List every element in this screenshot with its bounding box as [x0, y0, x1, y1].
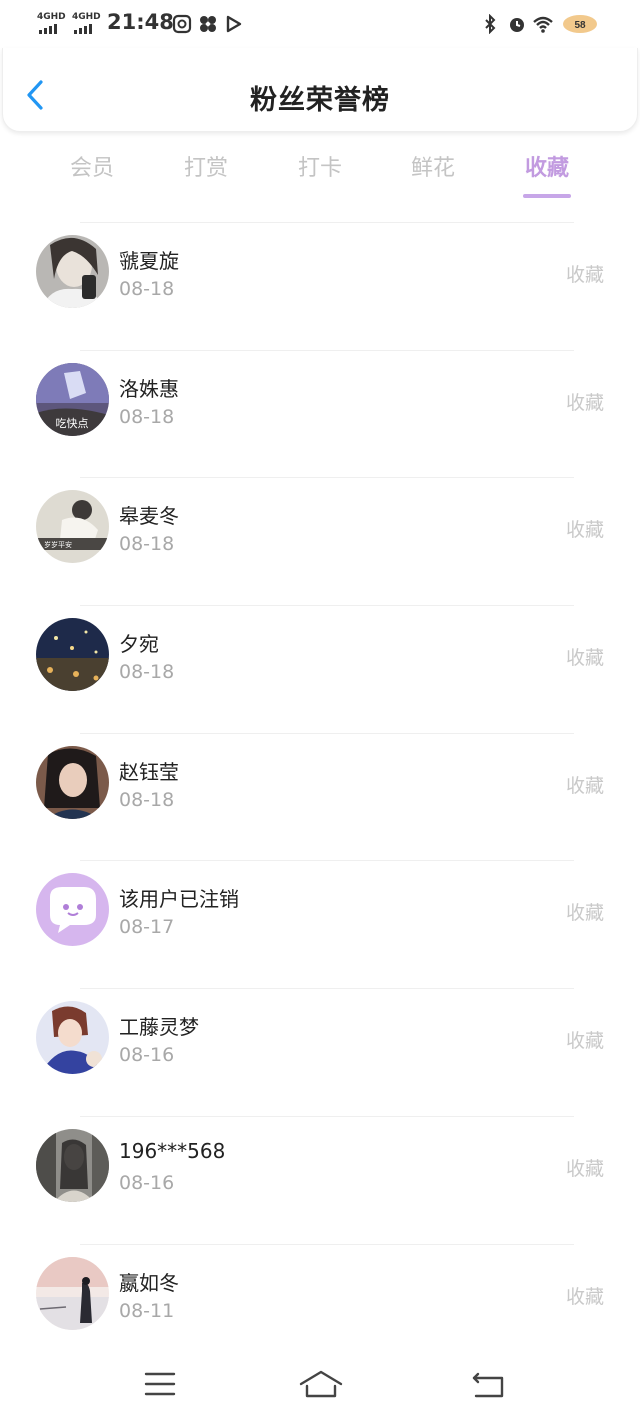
action-label: 收藏 [565, 519, 604, 542]
avatar[interactable] [36, 235, 109, 308]
divider [80, 860, 574, 862]
avatar[interactable]: 岁岁平安 [36, 490, 109, 564]
user-name: 工藤灵梦 [119, 1015, 199, 1040]
list-item[interactable]: 吃快点 洛姝惠 08-18 收藏 [0, 349, 640, 478]
bluetooth-icon [485, 14, 496, 34]
avatar[interactable]: 吃快点 [36, 362, 109, 436]
divider [80, 1243, 574, 1245]
divider [80, 477, 574, 479]
app-header: 粉丝荣誉榜 [2, 48, 638, 132]
action-label: 收藏 [565, 264, 604, 286]
user-date: 08-16 [119, 1171, 175, 1194]
menu-icon[interactable] [140, 1366, 180, 1402]
list-item[interactable]: 196***568 08-16 收藏 [0, 1115, 640, 1244]
user-date: 08-18 [119, 661, 175, 684]
list-item[interactable]: 夕宛 08-18 收藏 [0, 605, 640, 733]
system-nav-bar [0, 1360, 640, 1410]
action-label: 收藏 [565, 391, 604, 414]
user-name: 赵钰莹 [119, 759, 179, 784]
alarm-icon [510, 18, 524, 32]
avatar[interactable] [36, 1001, 109, 1075]
avatar[interactable] [36, 1128, 109, 1202]
active-tab-indicator [523, 194, 571, 198]
action-label: 收藏 [565, 1030, 604, 1053]
user-name: 该用户已注销 [119, 887, 239, 912]
back-icon[interactable] [468, 1366, 508, 1402]
avatar-caption: 吃快点 [56, 417, 89, 430]
user-name: 196***568 [119, 1138, 226, 1163]
user-name: 嬴如冬 [119, 1270, 179, 1295]
user-date: 08-18 [119, 278, 175, 300]
user-name: 皋麦冬 [119, 504, 179, 529]
avatar[interactable] [36, 1256, 109, 1330]
tab-reward[interactable]: 打赏 [166, 150, 246, 182]
network-type-2: 4GHD [72, 12, 101, 22]
tab-bar: 会员 打赏 打卡 鲜花 收藏 [35, 150, 605, 200]
network-type-1: 4GHD [37, 12, 66, 22]
tab-member[interactable]: 会员 [52, 150, 132, 182]
avatar[interactable] [36, 745, 109, 819]
avatar[interactable] [36, 873, 109, 947]
status-time: 21:48 [107, 10, 174, 34]
list-item[interactable]: 工藤灵梦 08-16 收藏 [0, 988, 640, 1116]
list-item[interactable]: 虢夏旋 08-18 收藏 [0, 222, 640, 350]
chat-app-icon [172, 14, 192, 34]
action-label: 收藏 [565, 1157, 604, 1180]
fans-list: 虢夏旋 08-18 收藏 吃快点 洛姝惠 08-18 收藏 岁岁平安 皋麦冬 0… [0, 222, 640, 1371]
user-date: 08-16 [119, 1044, 175, 1067]
status-bar: 4GHD 4GHD 21:48 58 [0, 0, 640, 52]
divider [80, 1115, 574, 1117]
user-name: 夕宛 [119, 632, 159, 657]
action-label: 收藏 [565, 902, 604, 925]
action-label: 收藏 [565, 1285, 604, 1308]
home-icon[interactable] [298, 1366, 344, 1402]
list-item[interactable]: 该用户已注销 08-17 收藏 [0, 860, 640, 988]
user-date: 08-18 [119, 788, 175, 811]
tab-flowers[interactable]: 鲜花 [393, 150, 473, 182]
wifi-icon [533, 16, 553, 33]
avatar-caption: 岁岁平安 [44, 540, 72, 549]
fan-app-icon [200, 16, 216, 32]
user-name: 洛姝惠 [119, 376, 179, 401]
battery-level: 58 [574, 20, 586, 31]
avatar[interactable] [36, 618, 109, 692]
divider [80, 349, 574, 351]
action-label: 收藏 [565, 647, 604, 670]
divider [80, 732, 574, 734]
tab-checkin[interactable]: 打卡 [280, 150, 360, 182]
divider [80, 988, 574, 990]
list-item[interactable]: 岁岁平安 皋麦冬 08-18 收藏 [0, 477, 640, 605]
user-date: 08-18 [119, 405, 175, 428]
list-item[interactable]: 嬴如冬 08-11 收藏 [0, 1243, 640, 1372]
divider [80, 605, 574, 607]
play-app-icon [226, 15, 242, 33]
action-label: 收藏 [565, 774, 604, 797]
page-title: 粉丝荣誉榜 [250, 85, 390, 116]
user-date: 08-11 [119, 1299, 175, 1322]
user-name: 虢夏旋 [119, 249, 179, 273]
divider [80, 222, 574, 223]
user-date: 08-17 [119, 916, 175, 939]
user-date: 08-18 [119, 533, 175, 556]
battery-icon: 58 [563, 15, 597, 33]
list-item[interactable]: 赵钰莹 08-18 收藏 [0, 732, 640, 861]
tab-favorites[interactable]: 收藏 [507, 150, 587, 182]
